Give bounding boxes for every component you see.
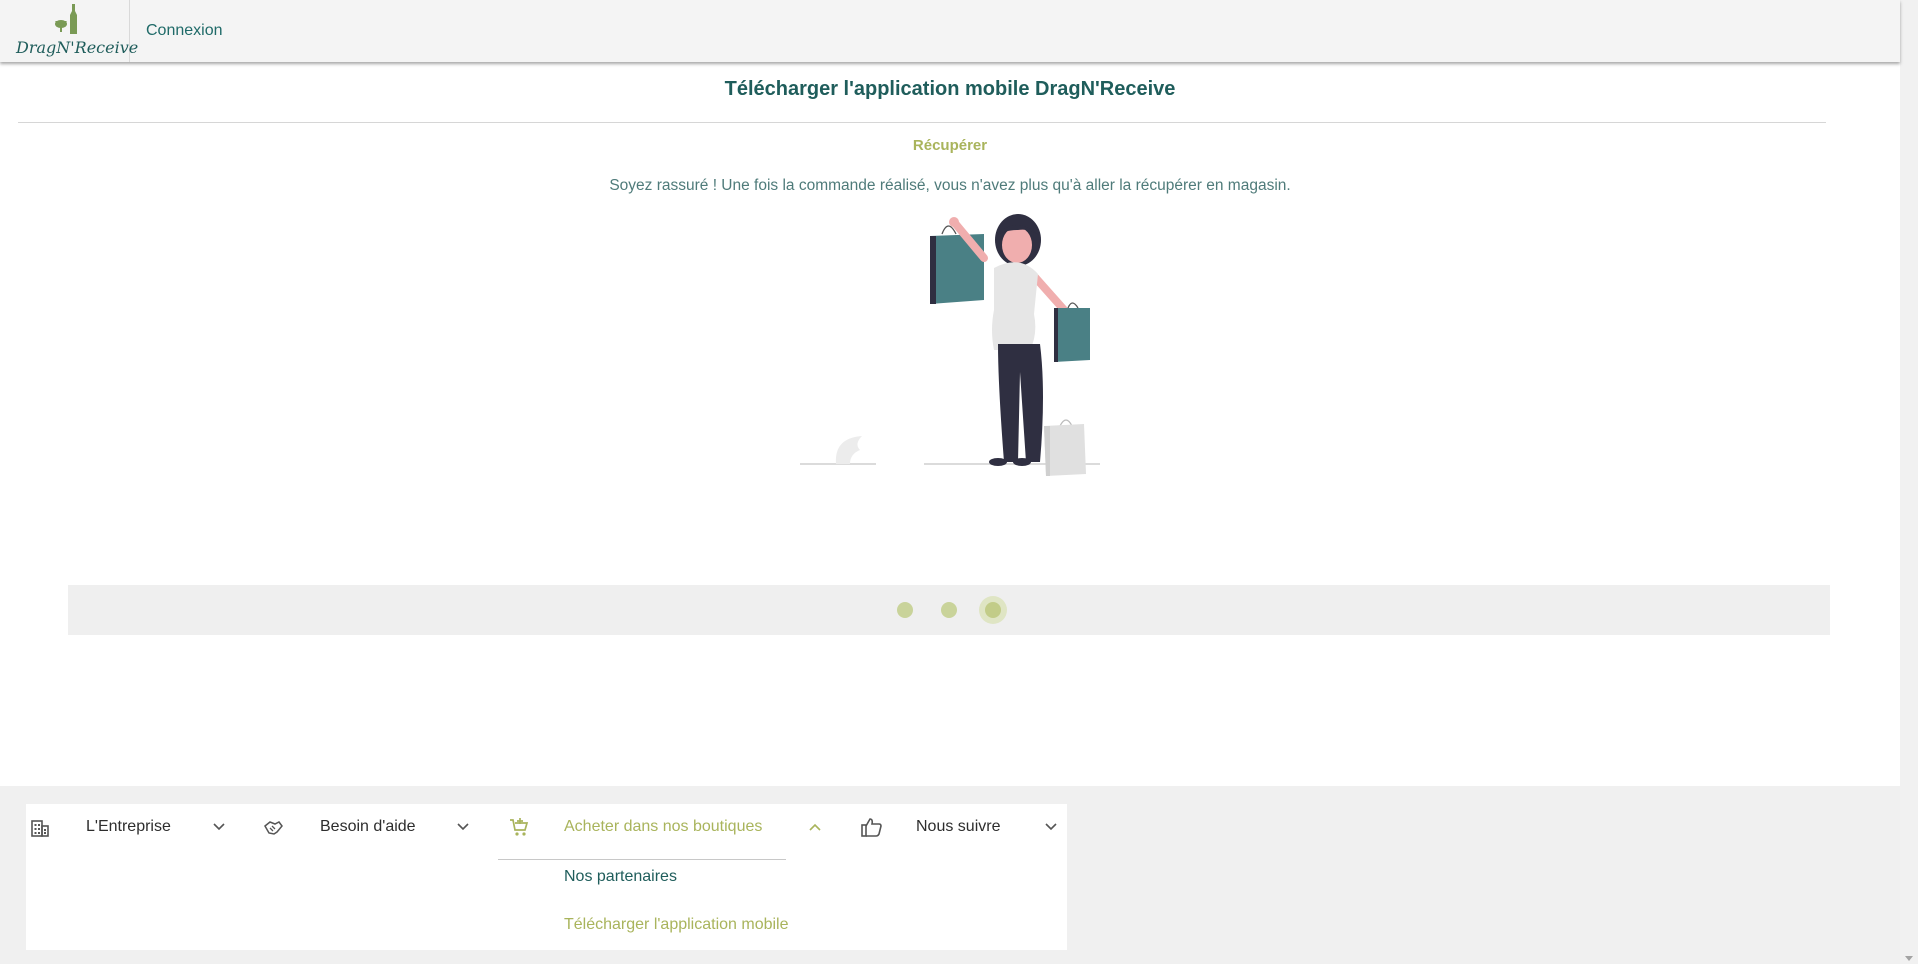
- handshake-icon: [264, 821, 283, 835]
- carousel-dot-2[interactable]: [941, 602, 957, 618]
- top-header: DragN'Receive Connexion: [0, 0, 1900, 62]
- footer-menu-besoin-aide[interactable]: Besoin d'aide: [262, 804, 472, 850]
- title-divider: [18, 122, 1826, 123]
- carousel-dot-1[interactable]: [897, 602, 913, 618]
- login-link[interactable]: Connexion: [146, 22, 223, 40]
- submenu-nos-partenaires[interactable]: Nos partenaires: [564, 868, 677, 886]
- footer-menu-nous-suivre[interactable]: Nous suivre: [860, 804, 1060, 850]
- footer-menu-acheter[interactable]: Acheter dans nos boutiques: [498, 804, 786, 860]
- footer-menu-label: Nous suivre: [916, 818, 1001, 835]
- footer-menu-panel: L'Entreprise Besoin d'aide Acheter dans …: [26, 804, 1067, 950]
- carousel-dot-3-active[interactable]: [985, 602, 1001, 618]
- footer-menu-entreprise[interactable]: L'Entreprise: [26, 804, 236, 850]
- cart-icon: [510, 818, 529, 836]
- shopping-woman-illustration: [800, 214, 1100, 476]
- thumbs-up-icon: [861, 818, 882, 837]
- chevron-down-icon: [457, 823, 469, 831]
- page-title: Télécharger l'application mobile DragN'R…: [724, 78, 1176, 100]
- building-icon: [31, 820, 49, 837]
- bottle-glass-logo-icon: [55, 4, 77, 34]
- slide-description: Soyez rassuré ! Une fois la commande réa…: [609, 177, 1291, 194]
- footer-menu-label: L'Entreprise: [86, 818, 171, 835]
- submenu-telecharger-app[interactable]: Télécharger l'application mobile: [564, 916, 789, 934]
- footer-menu-label: Besoin d'aide: [320, 818, 416, 835]
- page-scrollbar[interactable]: [1900, 0, 1918, 964]
- chevron-up-icon[interactable]: [808, 822, 822, 832]
- brand-logo[interactable]: DragN'Receive: [0, 0, 138, 62]
- scroll-down-arrow-icon[interactable]: [1905, 956, 1913, 961]
- logo-wordmark: DragN'Receive: [16, 38, 139, 57]
- footer-menu-label: Acheter dans nos boutiques: [564, 818, 763, 835]
- chevron-down-icon: [1045, 823, 1057, 831]
- carousel-pagination: [68, 585, 1830, 635]
- chevron-down-icon: [213, 823, 225, 831]
- slide-title: Récupérer: [912, 137, 988, 154]
- footer: L'Entreprise Besoin d'aide Acheter dans …: [0, 786, 1900, 964]
